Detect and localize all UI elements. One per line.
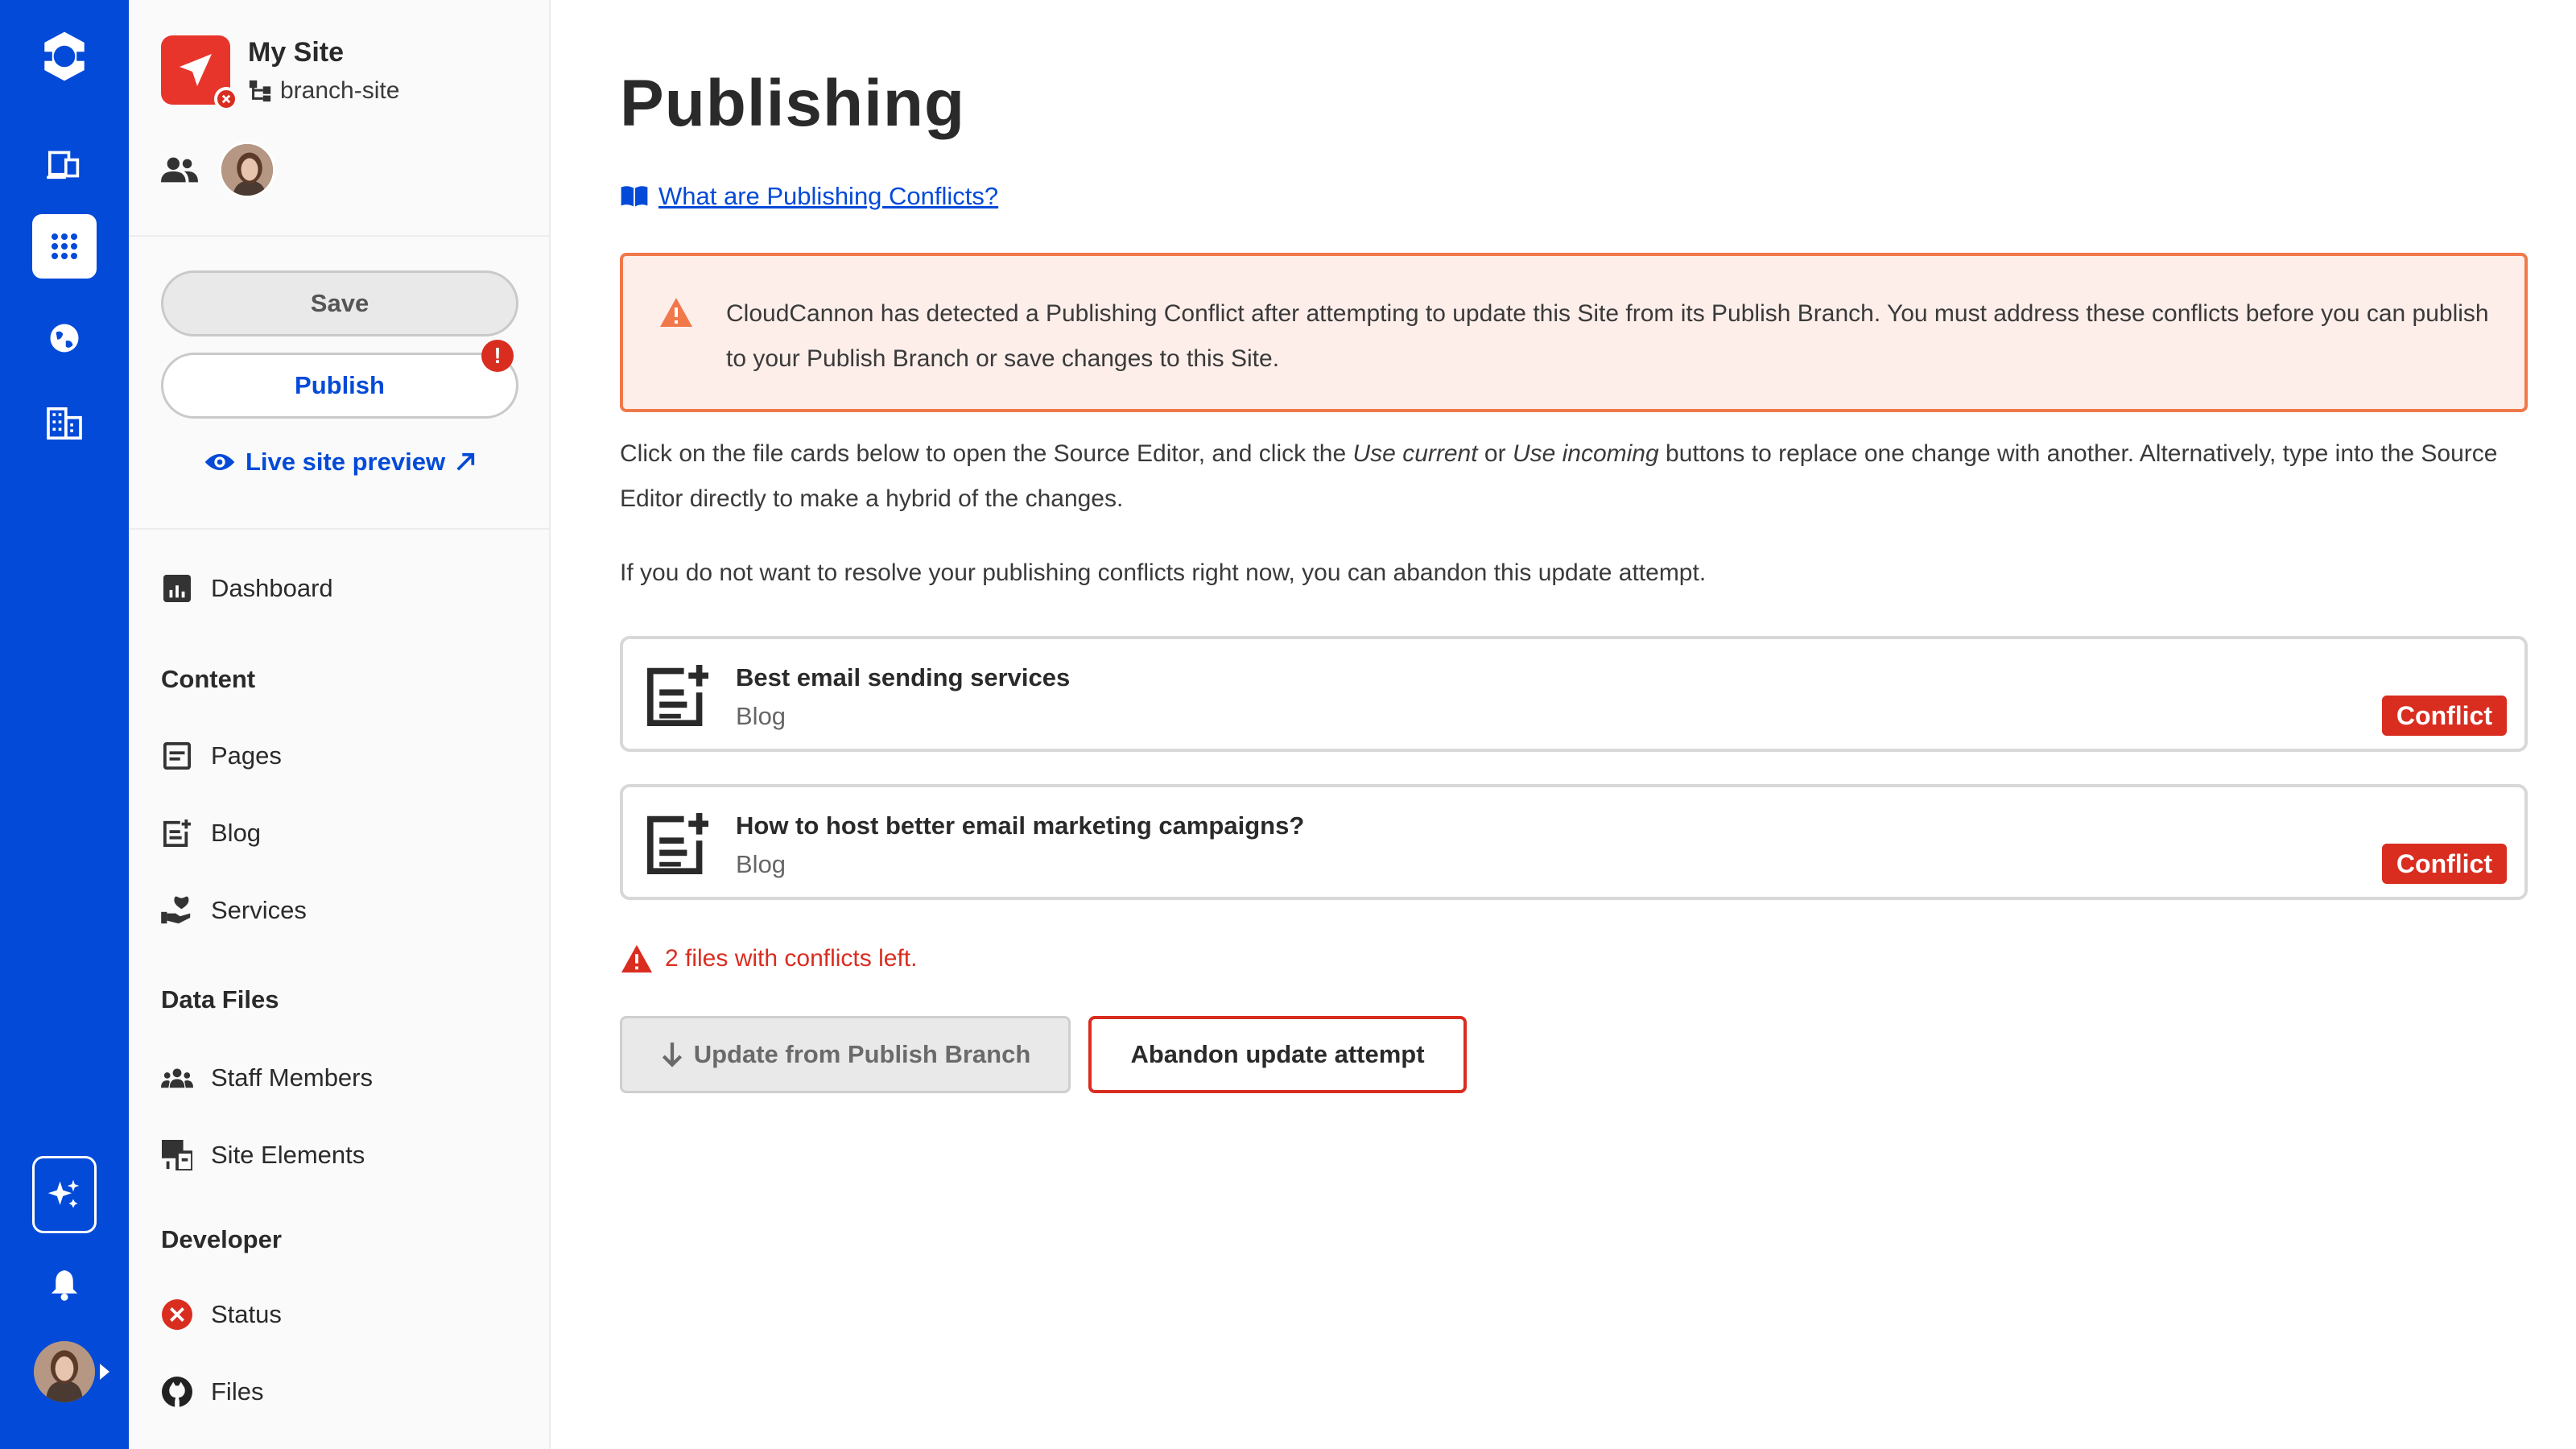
- file-collection: Blog: [736, 702, 786, 730]
- nav-heading-content: Content: [161, 665, 256, 693]
- branch-icon: [249, 80, 271, 102]
- sidebar-divider: [129, 528, 551, 530]
- sidebar-item-label: Site Elements: [211, 1141, 365, 1169]
- arrow-down-icon: [662, 1042, 682, 1067]
- update-from-publish-branch-button[interactable]: Update from Publish Branch: [620, 1016, 1071, 1093]
- sidebar-item-site-elements[interactable]: Site Elements: [161, 1135, 365, 1175]
- conflict-warning-banner: CloudCannon has detected a Publishing Co…: [620, 253, 2528, 412]
- sidebar-item-status[interactable]: Status: [161, 1294, 282, 1335]
- conflict-badge: Conflict: [2381, 696, 2507, 736]
- conflicts-left-text: 2 files with conflicts left.: [665, 945, 918, 972]
- blog-file-icon: [647, 813, 708, 874]
- file-card[interactable]: Best email sending services Blog Conflic…: [620, 636, 2528, 752]
- collaborators[interactable]: [161, 142, 275, 198]
- site-error-icon: [214, 87, 238, 111]
- external-arrow-icon: [456, 452, 475, 471]
- file-card[interactable]: How to host better email marketing campa…: [620, 784, 2528, 900]
- instructions-emphasis: Use current: [1352, 440, 1478, 467]
- instructions-text: Click on the file cards below to open th…: [620, 431, 2528, 522]
- sidebar-divider: [129, 235, 551, 237]
- pages-icon: [161, 740, 193, 772]
- instructions-part: or: [1477, 440, 1513, 467]
- collaborator-avatar[interactable]: [219, 142, 275, 198]
- site-header[interactable]: My Site branch-site: [161, 32, 515, 111]
- nav-heading-developer: Developer: [161, 1225, 282, 1253]
- help-link[interactable]: What are Publishing Conflicts?: [620, 182, 998, 211]
- file-title: How to host better email marketing campa…: [736, 811, 1305, 840]
- paper-plane-icon: [180, 54, 212, 86]
- people-icon: [161, 157, 198, 183]
- sidebar-item-label: Services: [211, 896, 307, 924]
- file-title: Best email sending services: [736, 663, 1071, 691]
- sidebar-item-staff-members[interactable]: Staff Members: [161, 1058, 373, 1098]
- site-branch: branch-site: [248, 77, 399, 105]
- sidebar-item-label: Status: [211, 1300, 282, 1328]
- save-button[interactable]: Save: [161, 270, 518, 336]
- sidebar-item-label: Dashboard: [211, 574, 333, 602]
- sidebar-item-pages[interactable]: Pages: [161, 736, 282, 776]
- blog-icon: [161, 817, 193, 849]
- sidebar-item-files[interactable]: Files: [161, 1372, 263, 1412]
- update-button-label: Update from Publish Branch: [693, 1040, 1031, 1068]
- site-sidebar: My Site branch-site Save Publish ! Live …: [129, 0, 551, 1449]
- help-link-label[interactable]: What are Publishing Conflicts?: [658, 182, 998, 211]
- file-collection: Blog: [736, 850, 786, 878]
- site-name: My Site: [248, 37, 345, 68]
- warning-text: CloudCannon has detected a Publishing Co…: [726, 300, 2489, 372]
- caret-right-icon: [100, 1364, 109, 1380]
- apps-grid-icon[interactable]: [32, 214, 97, 279]
- sidebar-item-label: Staff Members: [211, 1063, 374, 1092]
- instructions-emphasis: Use incoming: [1512, 440, 1659, 467]
- sidebar-item-dashboard[interactable]: Dashboard: [161, 568, 333, 609]
- live-preview-label: Live site preview: [245, 448, 446, 476]
- dashboard-icon: [161, 572, 193, 605]
- site-elements-icon: [161, 1139, 193, 1171]
- error-status-icon: [161, 1298, 193, 1331]
- abandon-update-button[interactable]: Abandon update attempt: [1088, 1016, 1467, 1093]
- instructions-part: Click on the file cards below to open th…: [620, 440, 1353, 467]
- nav-heading-data-files: Data Files: [161, 985, 279, 1013]
- publish-alert-badge: !: [481, 340, 514, 372]
- live-site-preview-link[interactable]: Live site preview: [129, 448, 551, 477]
- blog-file-icon: [647, 665, 708, 726]
- warning-icon: [660, 298, 692, 327]
- globe-icon[interactable]: [32, 306, 97, 370]
- abandon-note: If you do not want to resolve your publi…: [620, 559, 1707, 586]
- devices-icon[interactable]: [32, 132, 97, 196]
- cloudcannon-logo-icon[interactable]: [32, 24, 97, 89]
- sidebar-item-blog[interactable]: Blog: [161, 813, 261, 853]
- bell-icon[interactable]: [32, 1253, 97, 1317]
- conflicts-left-message: 2 files with conflicts left.: [620, 943, 917, 974]
- sparkles-icon[interactable]: [32, 1156, 97, 1233]
- sidebar-item-label: Blog: [211, 819, 262, 847]
- sidebar-item-label: Files: [211, 1377, 264, 1406]
- page-title: Publishing: [620, 67, 966, 140]
- organization-icon[interactable]: [32, 391, 97, 456]
- eye-icon: [204, 454, 235, 470]
- user-avatar[interactable]: [34, 1341, 95, 1402]
- hand-heart-icon: [161, 894, 193, 927]
- warning-icon: [621, 944, 652, 973]
- main-content: Publishing What are Publishing Conflicts…: [551, 0, 2576, 1449]
- publish-button[interactable]: Publish: [161, 353, 518, 419]
- group-icon: [161, 1062, 193, 1094]
- book-icon: [621, 186, 648, 208]
- global-rail: [0, 0, 129, 1449]
- sidebar-item-services[interactable]: Services: [161, 890, 307, 931]
- app-root: My Site branch-site Save Publish ! Live …: [0, 0, 2576, 1449]
- sidebar-item-label: Pages: [211, 741, 282, 770]
- conflict-badge: Conflict: [2381, 844, 2507, 884]
- branch-name: branch-site: [280, 77, 400, 104]
- github-icon: [161, 1376, 193, 1408]
